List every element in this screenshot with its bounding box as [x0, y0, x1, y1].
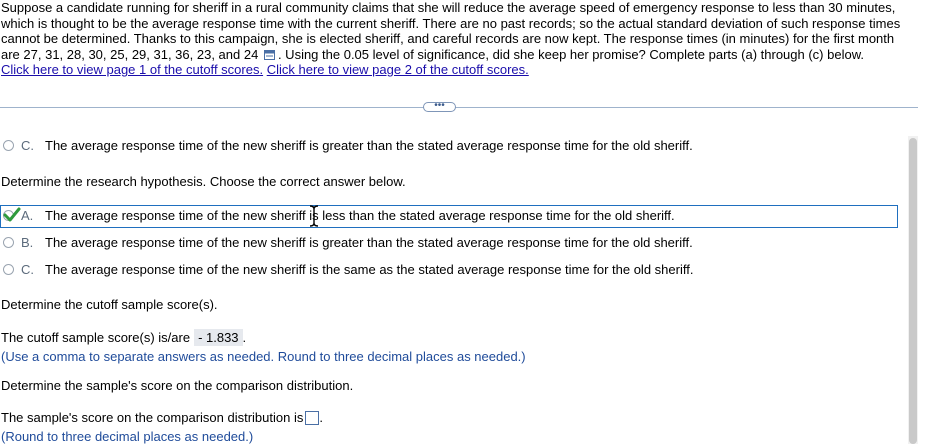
sample-score-answer-line: The sample's score on the comparison dis…: [1, 410, 323, 425]
sample-score-note: (Round to three decimal places as needed…: [1, 429, 254, 444]
radio-button[interactable]: [3, 140, 14, 151]
text-cursor-icon: [309, 205, 319, 227]
option-letter: A.: [21, 208, 34, 223]
section-divider: [0, 107, 918, 108]
option-text: The average response time of the new she…: [45, 138, 693, 153]
option-text: The average response time of the new she…: [45, 208, 675, 223]
sample-score-label: The sample's score on the comparison dis…: [1, 410, 304, 425]
option-letter: C.: [21, 262, 34, 277]
research-hypothesis-prompt: Determine the research hypothesis. Choos…: [1, 174, 406, 189]
option-letter: B.: [21, 235, 34, 250]
scrollbar-thumb[interactable]: [909, 138, 917, 444]
problem-text-end: . Using the 0.05 level of significance, …: [277, 46, 864, 62]
cutoff-page1-link[interactable]: Click here to view page 1 of the cutoff …: [1, 62, 263, 77]
sample-score-period: .: [319, 410, 323, 425]
checkmark-icon: [3, 207, 21, 222]
cutoff-period: .: [242, 330, 247, 345]
cutoff-prompt: Determine the cutoff sample score(s).: [1, 297, 218, 312]
cutoff-page2-link[interactable]: Click here to view page 2 of the cutoff …: [267, 62, 529, 77]
expand-more-button[interactable]: •••: [423, 101, 456, 112]
option-text: The average response time of the new she…: [45, 235, 693, 250]
option-text: The average response time of the new she…: [45, 262, 694, 277]
sample-score-prompt: Determine the sample's score on the comp…: [1, 378, 354, 393]
cutoff-label: The cutoff sample score(s) is/are: [1, 330, 191, 345]
problem-statement: Suppose a candidate running for sheriff …: [1, 0, 907, 78]
cutoff-answer-line: The cutoff sample score(s) is/are - 1.833…: [1, 329, 246, 346]
radio-button[interactable]: [3, 264, 14, 275]
sample-score-input[interactable]: [305, 411, 320, 425]
cutoff-note: (Use a comma to separate answers as need…: [1, 349, 526, 364]
option-letter: C.: [21, 138, 34, 153]
radio-button[interactable]: [3, 237, 14, 248]
cutoff-answer-value[interactable]: - 1.833: [194, 329, 243, 346]
copy-data-icon[interactable]: [263, 48, 275, 60]
